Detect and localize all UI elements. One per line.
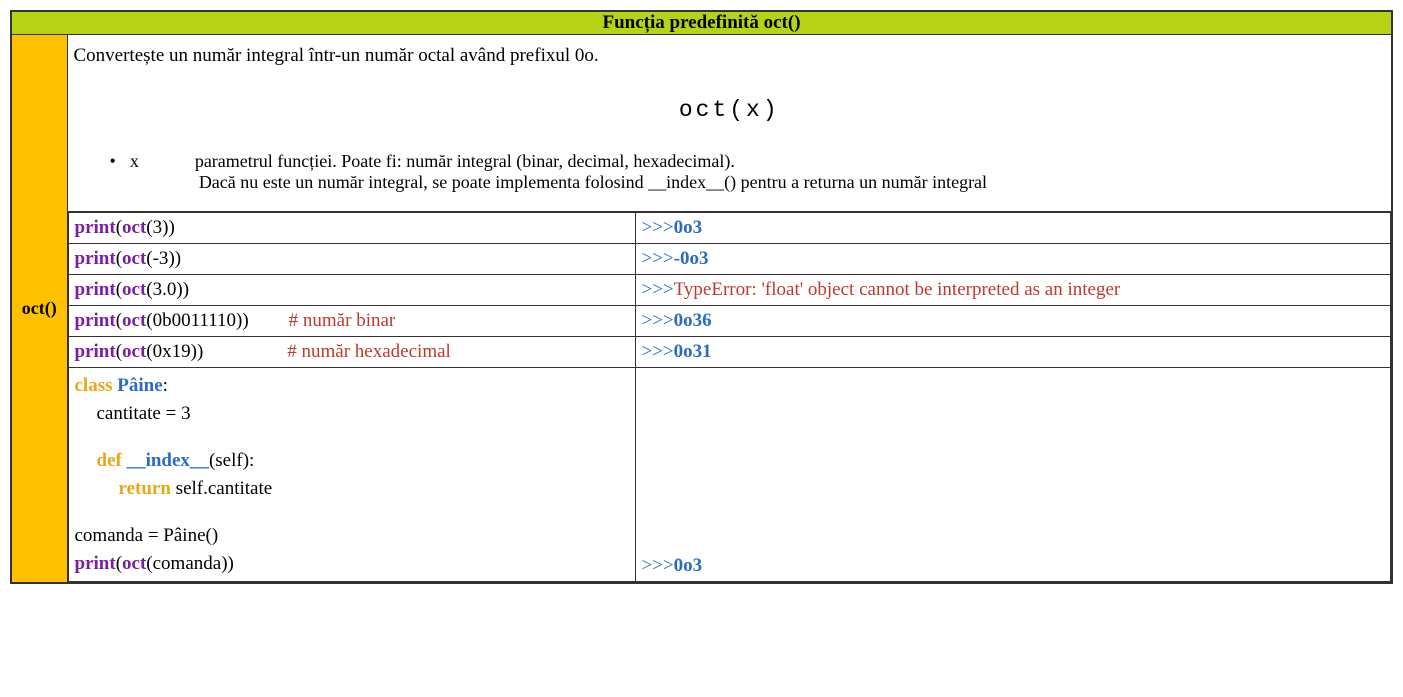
keyword-return: return bbox=[119, 478, 171, 499]
method-name: __index__ bbox=[127, 450, 209, 471]
assignment-line: comanda = Pâine() bbox=[75, 525, 219, 546]
output-cell: >>>0o36 bbox=[635, 306, 1391, 337]
keyword-oct: oct bbox=[122, 341, 146, 362]
description-text: Convertește un număr integral într-un nu… bbox=[74, 45, 1386, 67]
keyword-print: print bbox=[75, 310, 116, 331]
output-cell: >>>TypeError: 'float' object cannot be i… bbox=[635, 275, 1391, 306]
parameter-desc-line2: Dacă nu este un număr integral, se poate… bbox=[199, 172, 987, 192]
example-row: print(oct(0b0011110))# număr binar >>>0o… bbox=[68, 306, 1391, 337]
keyword-oct: oct bbox=[122, 553, 146, 574]
argument: 0b0011110 bbox=[153, 310, 236, 331]
keyword-print: print bbox=[75, 553, 116, 574]
documentation-table: Funcția predefinită oct() oct() Converte… bbox=[10, 10, 1393, 584]
keyword-oct: oct bbox=[122, 248, 146, 269]
code-cell: print(oct(3)) bbox=[68, 213, 635, 244]
prompt: >>> bbox=[642, 279, 674, 300]
output-value: -0o3 bbox=[674, 248, 709, 269]
function-name-cell: oct() bbox=[11, 35, 67, 584]
comment: # număr hexadecimal bbox=[287, 341, 451, 362]
parameter-row: • x parametrul funcției. Poate fi: număr… bbox=[110, 151, 1386, 193]
bullet-icon: • bbox=[110, 151, 116, 172]
code-cell: print(oct(3.0)) bbox=[68, 275, 635, 306]
output-value: 0o3 bbox=[674, 217, 703, 238]
code-cell: print(oct(-3)) bbox=[68, 244, 635, 275]
argument: 3 bbox=[153, 217, 163, 238]
output-value: 0o36 bbox=[674, 310, 712, 331]
keyword-oct: oct bbox=[122, 279, 146, 300]
paren: ) bbox=[175, 248, 181, 269]
paren: ) bbox=[228, 553, 234, 574]
argument: comanda bbox=[153, 553, 222, 574]
example-row: print(oct(3.0)) >>>TypeError: 'float' ob… bbox=[68, 275, 1391, 306]
keyword-class: class bbox=[75, 375, 113, 396]
code-cell: print(oct(0b0011110))# număr binar bbox=[68, 306, 635, 337]
keyword-oct: oct bbox=[122, 217, 146, 238]
example-row: print(oct(-3)) >>>-0o3 bbox=[68, 244, 1391, 275]
class-name: Pâine bbox=[117, 375, 162, 396]
comment: # număr binar bbox=[289, 310, 396, 331]
argument: -3 bbox=[153, 248, 169, 269]
output-cell: >>>0o3 bbox=[635, 213, 1391, 244]
content-cell: Convertește un număr integral într-un nu… bbox=[67, 35, 1392, 584]
keyword-print: print bbox=[75, 248, 116, 269]
prompt: >>> bbox=[642, 310, 674, 331]
prompt: >>> bbox=[642, 341, 674, 362]
prompt: >>> bbox=[642, 248, 674, 269]
keyword-print: print bbox=[75, 217, 116, 238]
description-block: Convertește un număr integral într-un nu… bbox=[68, 35, 1392, 212]
paren: ) bbox=[168, 217, 174, 238]
return-expression: self.cantitate bbox=[171, 478, 272, 499]
code-cell: class Pâine: cantitate = 3 def __index__… bbox=[68, 368, 635, 582]
keyword-def: def bbox=[97, 450, 122, 471]
colon: : bbox=[163, 375, 168, 396]
attribute-line: cantitate = 3 bbox=[75, 400, 629, 428]
output-value: 0o31 bbox=[674, 341, 712, 362]
paren: ) bbox=[183, 279, 189, 300]
examples-table: print(oct(3)) >>>0o3 print(oct(-3)) >>>-… bbox=[68, 212, 1392, 582]
example-row: print(oct(3)) >>>0o3 bbox=[68, 213, 1391, 244]
output-value: 0o3 bbox=[674, 555, 703, 576]
paren: ) bbox=[197, 341, 203, 362]
table-header: Funcția predefinită oct() bbox=[11, 11, 1392, 35]
prompt: >>> bbox=[642, 555, 674, 576]
prompt: >>> bbox=[642, 217, 674, 238]
code-cell: print(oct(0x19))# număr hexadecimal bbox=[68, 337, 635, 368]
output-cell: >>>0o31 bbox=[635, 337, 1391, 368]
output-cell: >>>0o3 bbox=[635, 368, 1391, 582]
parameter-name: x bbox=[130, 151, 139, 172]
example-row-class: class Pâine: cantitate = 3 def __index__… bbox=[68, 368, 1391, 582]
argument: 3.0 bbox=[153, 279, 177, 300]
keyword-oct: oct bbox=[122, 310, 146, 331]
output-error: TypeError: 'float' object cannot be inte… bbox=[674, 279, 1121, 300]
method-signature: (self): bbox=[209, 450, 254, 471]
output-cell: >>>-0o3 bbox=[635, 244, 1391, 275]
signature: oct(x) bbox=[74, 97, 1386, 123]
paren: ) bbox=[242, 310, 248, 331]
argument: 0x19 bbox=[153, 341, 191, 362]
keyword-print: print bbox=[75, 279, 116, 300]
keyword-print: print bbox=[75, 341, 116, 362]
parameter-desc-line1: parametrul funcției. Poate fi: număr int… bbox=[195, 151, 735, 171]
example-row: print(oct(0x19))# număr hexadecimal >>>0… bbox=[68, 337, 1391, 368]
